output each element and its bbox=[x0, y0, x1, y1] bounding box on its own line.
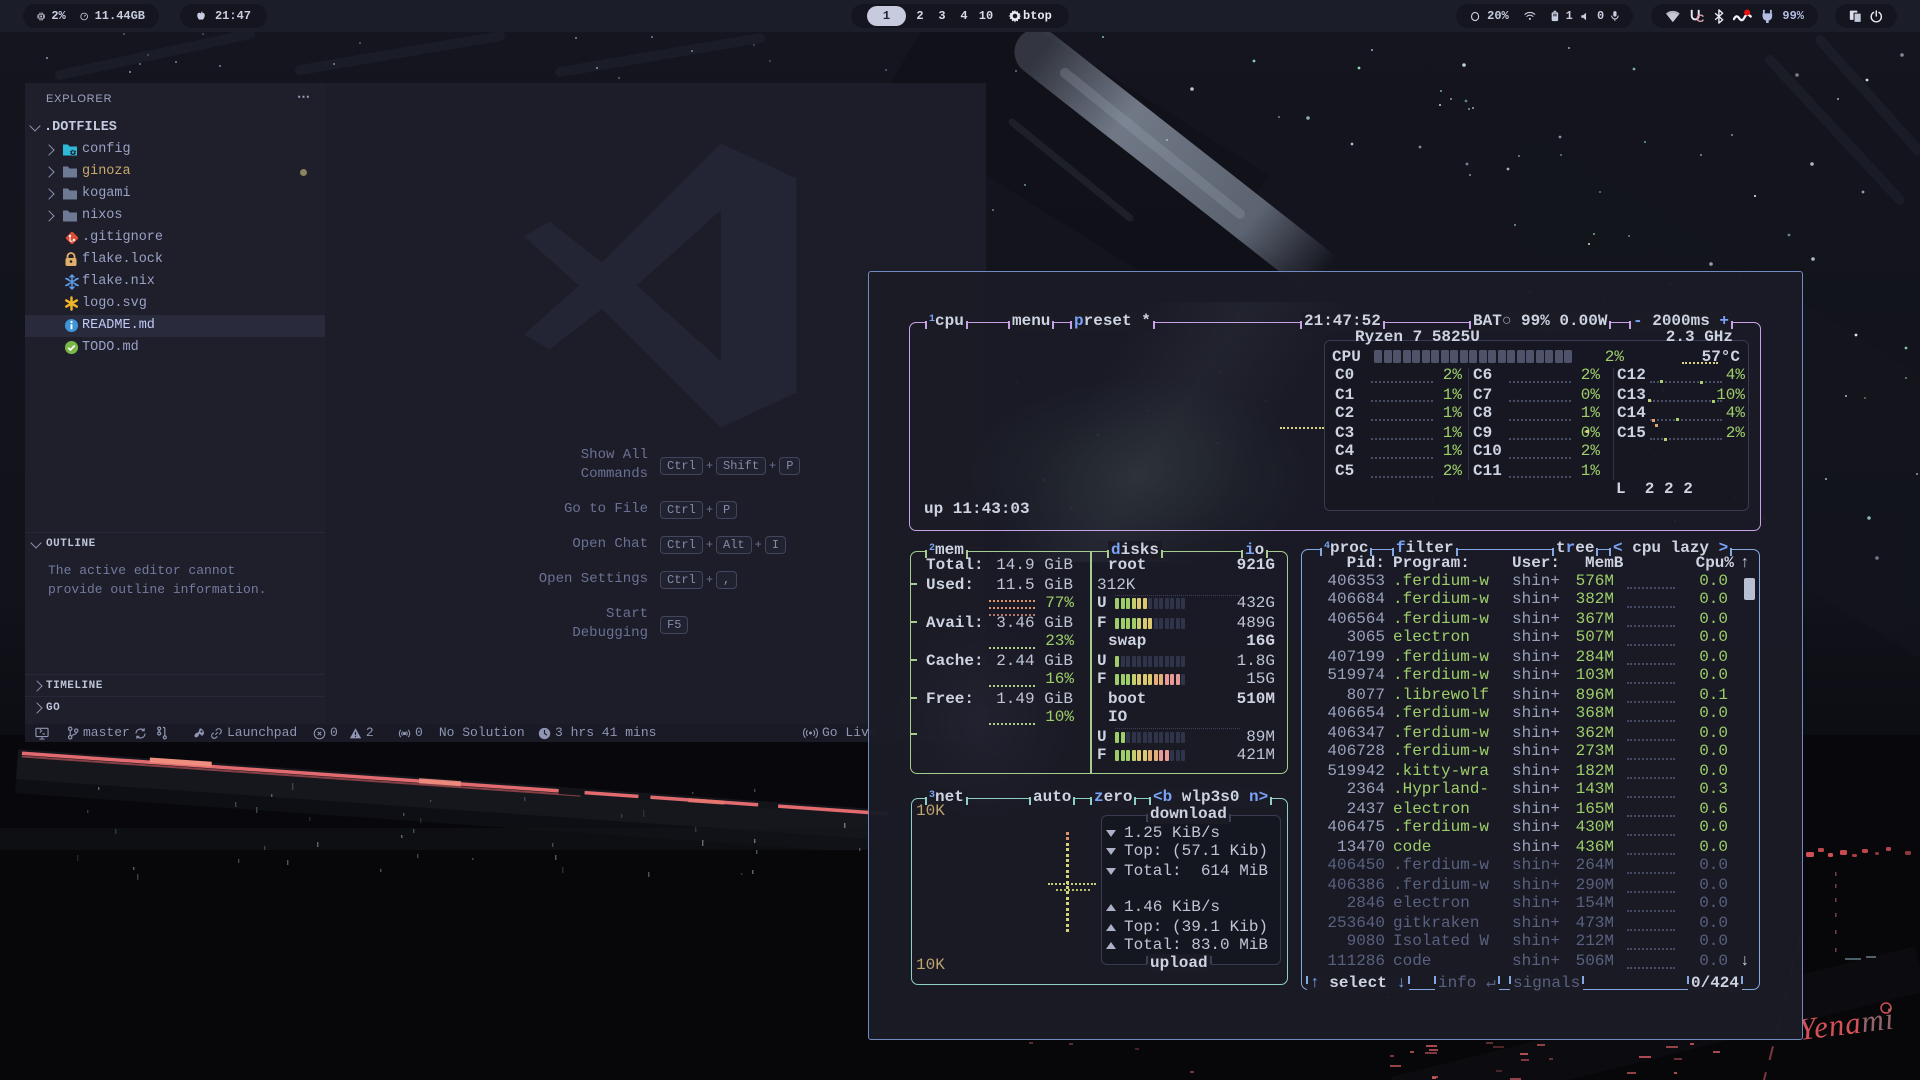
svg-text:C: C bbox=[1696, 13, 1704, 24]
